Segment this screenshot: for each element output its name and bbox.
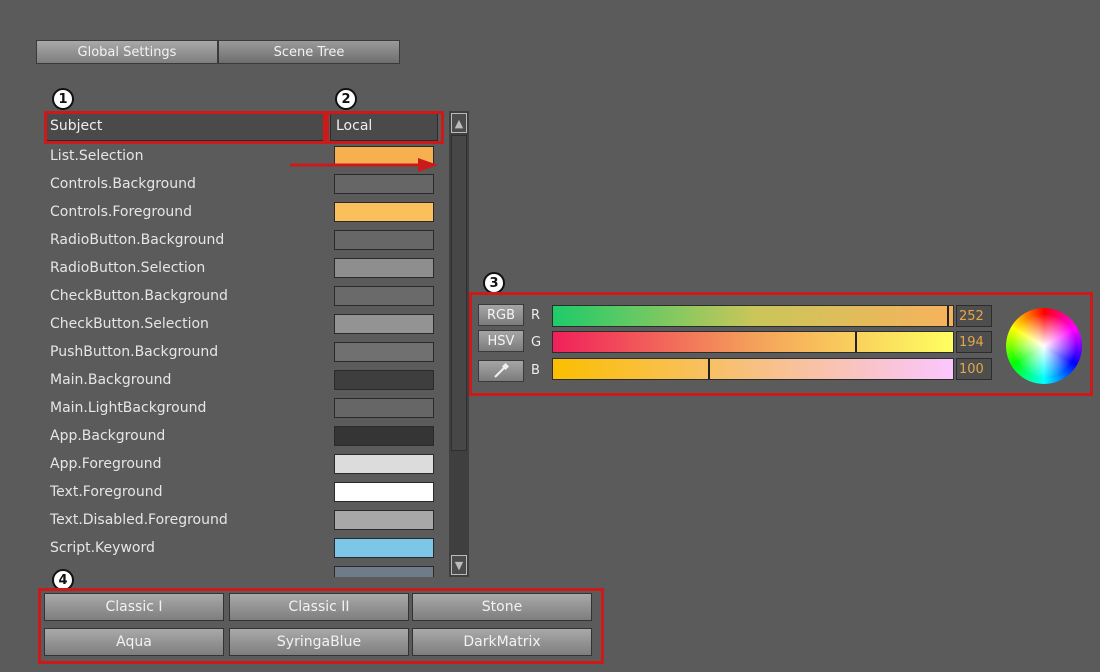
scroll-up-icon[interactable]: ▲ <box>451 113 467 133</box>
hsv-mode-button[interactable]: HSV <box>478 330 524 352</box>
color-list-item[interactable]: Controls.Foreground <box>44 199 444 227</box>
color-list-item[interactable]: Main.Background <box>44 367 444 395</box>
channel-r-marker[interactable] <box>947 306 949 326</box>
channel-r-slider[interactable] <box>552 305 954 327</box>
channel-g-marker[interactable] <box>855 332 857 352</box>
scroll-down-icon[interactable]: ▼ <box>451 555 467 575</box>
color-swatch[interactable] <box>334 566 434 577</box>
channel-b-value[interactable]: 100 <box>956 358 992 380</box>
annotation-badge-2: 2 <box>335 88 357 110</box>
selection-arrow-icon <box>290 158 438 172</box>
color-item-label: RadioButton.Selection <box>50 260 206 276</box>
annotation-box-2 <box>326 111 444 144</box>
color-list-item[interactable]: App.Foreground <box>44 451 444 479</box>
rgb-mode-button[interactable]: RGB <box>478 304 524 326</box>
tab-bar: Global Settings Scene Tree <box>36 40 400 64</box>
channel-b-marker[interactable] <box>708 359 710 379</box>
color-list-item[interactable]: Controls.Background <box>44 171 444 199</box>
color-item-label: Controls.Foreground <box>50 204 193 220</box>
theme-classic-ii-button[interactable]: Classic II <box>229 593 409 621</box>
color-list-item[interactable]: PushButton.Background <box>44 339 444 367</box>
color-item-label: PushButton.Background <box>50 344 219 360</box>
color-item-label: App.Background <box>50 428 166 444</box>
color-list-item[interactable]: Text.Disabled.Foreground <box>44 507 444 535</box>
channel-b-slider[interactable] <box>552 358 954 380</box>
tab-global-settings[interactable]: Global Settings <box>36 40 218 64</box>
color-item-label: Script.Keyword <box>50 540 155 556</box>
color-swatch[interactable] <box>334 482 434 502</box>
color-list-item[interactable]: CheckButton.Background <box>44 283 444 311</box>
color-item-label: Controls.Background <box>50 176 196 192</box>
eyedropper-button[interactable] <box>478 360 524 382</box>
color-list-item[interactable]: App.Background <box>44 423 444 451</box>
color-list-item[interactable]: RadioButton.Background <box>44 227 444 255</box>
color-list: Subject Local List.Selection Controls.Bac… <box>44 111 444 577</box>
channel-g-value[interactable]: 194 <box>956 331 992 353</box>
color-item-label: CheckButton.Background <box>50 288 228 304</box>
tab-scene-tree[interactable]: Scene Tree <box>218 40 400 64</box>
color-wheel[interactable] <box>1006 308 1082 384</box>
color-swatch[interactable] <box>334 314 434 334</box>
annotation-box-1 <box>44 111 326 144</box>
color-item-label: App.Foreground <box>50 456 162 472</box>
channel-r-value[interactable]: 252 <box>956 305 992 327</box>
color-list-item[interactable]: Main.LightBackground <box>44 395 444 423</box>
color-swatch[interactable] <box>334 286 434 306</box>
annotation-badge-1: 1 <box>52 88 74 110</box>
annotation-badge-3: 3 <box>483 272 505 294</box>
color-swatch[interactable] <box>334 342 434 362</box>
color-item-label: CheckButton.Selection <box>50 316 209 332</box>
color-swatch[interactable] <box>334 230 434 250</box>
color-swatch[interactable] <box>334 202 434 222</box>
color-swatch[interactable] <box>334 426 434 446</box>
color-list-item[interactable]: Text.Foreground <box>44 479 444 507</box>
list-scrollbar[interactable]: ▲ ▼ <box>449 111 469 577</box>
color-item-label: Main.Background <box>50 372 172 388</box>
color-item-label: RadioButton.Background <box>50 232 225 248</box>
channel-g-label: G <box>531 335 542 350</box>
color-item-label: Main.LightBackground <box>50 400 207 416</box>
color-swatch[interactable] <box>334 454 434 474</box>
channel-r-label: R <box>531 308 541 323</box>
eyedropper-icon <box>494 363 510 378</box>
theme-syringablue-button[interactable]: SyringaBlue <box>229 628 409 656</box>
scrollbar-thumb[interactable] <box>451 135 467 451</box>
color-swatch[interactable] <box>334 510 434 530</box>
color-list-item[interactable] <box>44 563 444 577</box>
color-swatch[interactable] <box>334 258 434 278</box>
color-swatch[interactable] <box>334 370 434 390</box>
color-list-item[interactable]: Script.Keyword <box>44 535 444 563</box>
theme-darkmatrix-button[interactable]: DarkMatrix <box>412 628 592 656</box>
theme-classic-i-button[interactable]: Classic I <box>44 593 224 621</box>
color-swatch[interactable] <box>334 398 434 418</box>
color-swatch[interactable] <box>334 174 434 194</box>
color-item-label: Text.Foreground <box>50 484 163 500</box>
color-item-label: Text.Disabled.Foreground <box>50 512 228 528</box>
color-list-item[interactable]: CheckButton.Selection <box>44 311 444 339</box>
channel-g-slider[interactable] <box>552 331 954 353</box>
theme-aqua-button[interactable]: Aqua <box>44 628 224 656</box>
channel-b-label: B <box>531 363 540 378</box>
color-item-label: List.Selection <box>50 148 144 164</box>
color-swatch[interactable] <box>334 538 434 558</box>
theme-stone-button[interactable]: Stone <box>412 593 592 621</box>
color-list-item[interactable]: RadioButton.Selection <box>44 255 444 283</box>
